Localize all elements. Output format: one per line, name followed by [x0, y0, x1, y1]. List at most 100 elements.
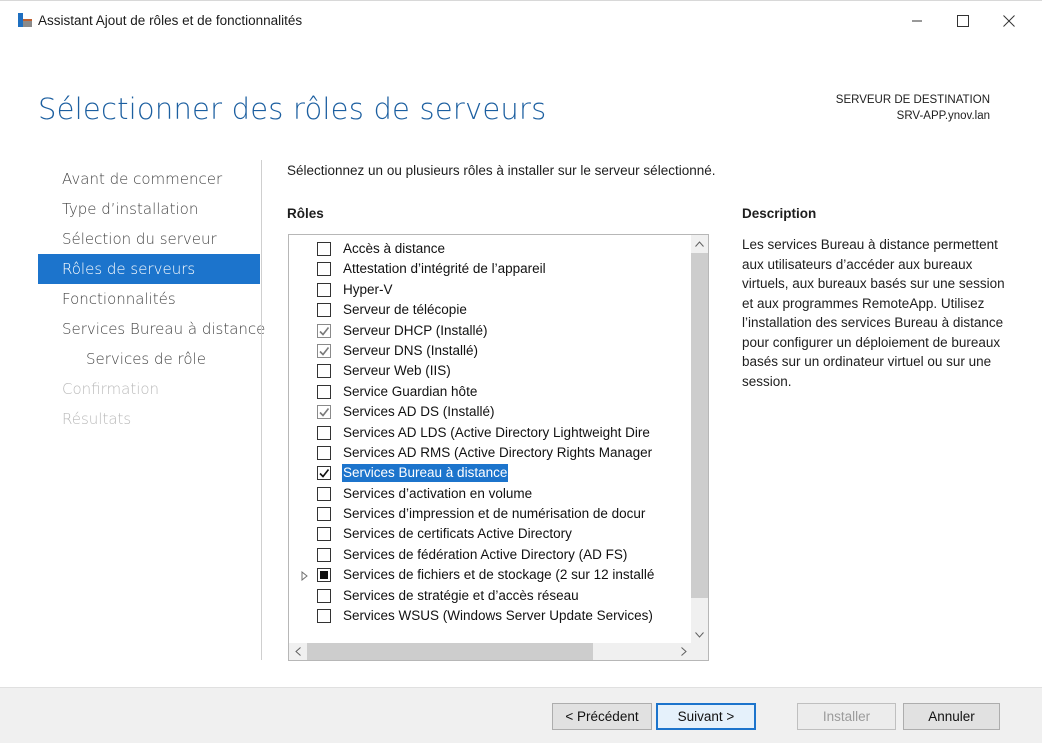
scroll-left-icon[interactable] [289, 643, 306, 660]
window-title: Assistant Ajout de rôles et de fonctionn… [38, 13, 303, 28]
role-list-item[interactable]: Services de stratégie et d’accès réseau [289, 586, 687, 606]
role-label: Serveur Web (IIS) [343, 363, 451, 379]
role-checkbox [317, 323, 331, 338]
page-title: Sélectionner des rôles de serveurs [38, 92, 547, 126]
role-checkbox[interactable] [317, 527, 331, 542]
role-list-item[interactable]: Services d’impression et de numérisation… [289, 504, 687, 524]
minimize-button[interactable] [894, 1, 940, 41]
role-label: Services d’impression et de numérisation… [343, 506, 646, 522]
role-list-item[interactable]: Services de fichiers et de stockage (2 s… [289, 565, 687, 585]
role-checkbox[interactable] [317, 466, 331, 481]
next-button[interactable]: Suivant > [656, 703, 756, 730]
role-label: Attestation d’intégrité de l’appareil [343, 261, 546, 277]
role-list-item[interactable]: Attestation d’intégrité de l’appareil [289, 259, 687, 279]
role-list-item[interactable]: Services d’activation en volume [289, 484, 687, 504]
wizard-steps-nav: Avant de commencer Type d’installation Sél… [38, 164, 265, 434]
role-list-item[interactable]: Services AD RMS (Active Directory Rights… [289, 443, 687, 463]
install-button[interactable]: Installer [797, 703, 896, 730]
cancel-button[interactable]: Annuler [903, 703, 1000, 730]
scroll-up-icon[interactable] [691, 235, 708, 252]
role-checkbox [317, 405, 331, 420]
role-checkbox[interactable] [317, 303, 331, 318]
roles-header: Rôles [287, 206, 324, 221]
role-list-item[interactable]: Services Bureau à distance [289, 463, 687, 483]
role-checkbox[interactable] [317, 486, 331, 501]
role-list-item[interactable]: Accès à distance [289, 239, 687, 259]
scroll-right-icon[interactable] [675, 643, 692, 660]
role-label: Services AD DS (Installé) [343, 404, 495, 420]
minimize-icon [911, 15, 923, 27]
role-list-item[interactable]: Services AD DS (Installé) [289, 402, 687, 422]
role-list-item[interactable]: Serveur DHCP (Installé) [289, 321, 687, 341]
role-checkbox[interactable] [317, 262, 331, 277]
role-label: Serveur DHCP (Installé) [343, 322, 488, 338]
nav-step-3[interactable]: Rôles de serveurs [38, 254, 260, 284]
role-label: Services WSUS (Windows Server Update Ser… [343, 608, 653, 624]
nav-step-5[interactable]: Services Bureau à distance [38, 314, 265, 344]
maximize-button[interactable] [940, 1, 986, 41]
role-checkbox[interactable] [317, 282, 331, 297]
horizontal-scroll-thumb[interactable] [307, 643, 593, 660]
role-checkbox[interactable] [317, 507, 331, 522]
description-header: Description [742, 206, 817, 221]
nav-step-1[interactable]: Type d’installation [38, 194, 260, 224]
role-checkbox [317, 343, 331, 358]
role-checkbox[interactable] [317, 588, 331, 603]
nav-divider [261, 160, 262, 660]
title-bar: Assistant Ajout de rôles et de fonctionn… [0, 0, 1042, 40]
roles-list[interactable]: Accès à distance Attestation d’intégrité … [288, 234, 709, 661]
role-list-item[interactable]: Serveur DNS (Installé) [289, 341, 687, 361]
role-checkbox[interactable] [317, 547, 331, 562]
role-checkbox[interactable] [317, 568, 331, 583]
role-list-item[interactable]: Services de certificats Active Directory [289, 524, 687, 544]
role-list-item[interactable]: Serveur de télécopie [289, 300, 687, 320]
maximize-icon [957, 15, 969, 27]
nav-step-4[interactable]: Fonctionnalités [38, 284, 260, 314]
role-list-item[interactable]: Serveur Web (IIS) [289, 361, 687, 381]
role-list-item[interactable]: Services WSUS (Windows Server Update Ser… [289, 606, 687, 626]
nav-step-6[interactable]: Services de rôle [38, 344, 260, 374]
role-label: Service Guardian hôte [343, 383, 478, 399]
role-label: Services AD RMS (Active Directory Rights… [343, 444, 653, 460]
role-list-item[interactable]: Services de fédération Active Directory … [289, 545, 687, 565]
close-button[interactable] [986, 1, 1032, 41]
instruction-text: Sélectionnez un ou plusieurs rôles à ins… [287, 163, 716, 178]
role-label: Hyper-V [343, 281, 393, 297]
role-label: Services de fédération Active Directory … [343, 546, 628, 562]
role-label: Services de stratégie et d’accès réseau [343, 587, 579, 603]
role-checkbox[interactable] [317, 384, 331, 399]
previous-button[interactable]: < Précédent [552, 703, 652, 730]
nav-step-8: Résultats [62, 410, 132, 428]
role-checkbox[interactable] [317, 425, 331, 440]
nav-step-7: Confirmation [62, 380, 160, 398]
destination-server-name: SRV-APP.ynov.lan [896, 110, 990, 122]
role-label: Services AD LDS (Active Directory Lightw… [343, 424, 650, 440]
role-list-item[interactable]: Services AD LDS (Active Directory Lightw… [289, 423, 687, 443]
role-label: Serveur de télécopie [343, 302, 467, 318]
role-label: Serveur DNS (Installé) [343, 342, 479, 358]
server-manager-icon [16, 11, 34, 29]
scroll-down-icon[interactable] [691, 626, 708, 643]
role-checkbox[interactable] [317, 445, 331, 460]
vertical-scroll-thumb[interactable] [691, 253, 708, 598]
role-checkbox[interactable] [317, 364, 331, 379]
nav-step-2[interactable]: Sélection du serveur [38, 224, 260, 254]
role-list-item[interactable]: Service Guardian hôte [289, 382, 687, 402]
role-description: Les services Bureau à distance permetten… [742, 237, 1005, 389]
vertical-scrollbar[interactable] [691, 235, 708, 643]
role-label: Accès à distance [343, 241, 446, 256]
destination-label: SERVEUR DE DESTINATION [835, 94, 990, 106]
scrollbar-corner [691, 643, 708, 660]
horizontal-scrollbar[interactable] [289, 643, 692, 660]
role-checkbox[interactable] [317, 609, 331, 624]
role-checkbox[interactable] [317, 242, 331, 256]
role-label: Services Bureau à distance [342, 464, 509, 483]
destination-server-info: SERVEUR DE DESTINATION SRV-APP.ynov.lan [836, 92, 990, 124]
close-icon [1003, 15, 1015, 27]
role-label: Services d’activation en volume [343, 485, 533, 501]
nav-step-0[interactable]: Avant de commencer [38, 164, 260, 194]
expand-arrow-icon[interactable] [301, 569, 309, 582]
role-label: Services de certificats Active Directory [343, 526, 572, 542]
role-list-item[interactable]: Hyper-V [289, 280, 687, 300]
role-label: Services de fichiers et de stockage (2 s… [343, 567, 655, 583]
